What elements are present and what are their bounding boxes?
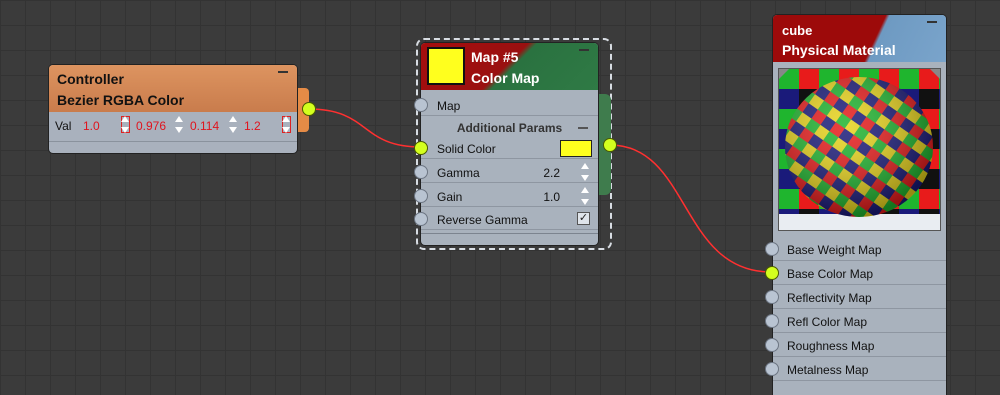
- roughness-map-socket[interactable]: [765, 338, 779, 352]
- color-map-thumbnail: [427, 47, 465, 85]
- material-preview: [778, 68, 941, 231]
- solid-color-swatch[interactable]: [560, 140, 592, 157]
- collapse-icon[interactable]: [578, 127, 588, 129]
- gamma-label: Gamma: [437, 166, 480, 180]
- controller-header[interactable]: Controller Bezier RGBA Color: [49, 65, 297, 112]
- refl-color-map-socket[interactable]: [765, 314, 779, 328]
- value-alpha-field[interactable]: 1.2: [244, 119, 261, 133]
- minimize-icon[interactable]: [278, 71, 288, 73]
- reflectivity-map-socket[interactable]: [765, 290, 779, 304]
- map-label: Map: [437, 99, 461, 113]
- map-label: Base Weight Map: [787, 243, 882, 257]
- param-gain[interactable]: Gain 1.0: [421, 185, 598, 207]
- map-label: Base Color Map: [787, 267, 874, 281]
- colormap-resize-grip[interactable]: [421, 233, 598, 242]
- wire-colormap-to-base-color: [609, 144, 772, 273]
- material-title: cube: [782, 23, 813, 38]
- material-map-row[interactable]: Refl Color Map: [773, 309, 946, 333]
- value-blue-field[interactable]: 0.114: [190, 119, 219, 133]
- map-label: Reflectivity Map: [787, 291, 872, 305]
- material-preview-image: [779, 69, 940, 230]
- material-map-row[interactable]: Roughness Map: [773, 333, 946, 357]
- param-gamma[interactable]: Gamma 2.2: [421, 161, 598, 183]
- gain-spinner-icon[interactable]: [581, 187, 590, 205]
- solid-color-input-socket[interactable]: [414, 141, 428, 155]
- colormap-title: Map #5: [471, 49, 519, 65]
- colormap-output-socket[interactable]: [603, 138, 617, 152]
- additional-params-group[interactable]: Additional Params: [421, 121, 598, 137]
- physical-material-node[interactable]: cube Physical Material Base Weight Map B…: [773, 15, 946, 395]
- solid-color-label: Solid Color: [437, 142, 496, 156]
- spinner-alpha-icon[interactable]: [282, 116, 291, 133]
- gamma-value[interactable]: 2.2: [543, 166, 560, 180]
- material-map-row[interactable]: Base Color Map: [773, 261, 946, 285]
- spinner-blue-icon[interactable]: [229, 116, 238, 133]
- minimize-icon[interactable]: [927, 21, 937, 23]
- metalness-map-socket[interactable]: [765, 362, 779, 376]
- color-map-node[interactable]: Map #5 Color Map Map Additional Params S…: [421, 43, 598, 245]
- minimize-icon[interactable]: [579, 49, 589, 51]
- group-label: Additional Params: [456, 121, 563, 135]
- val-label: Val: [55, 119, 72, 133]
- gamma-spinner-icon[interactable]: [581, 163, 590, 181]
- controller-title: Controller: [57, 71, 124, 87]
- spinner-red-icon[interactable]: [121, 116, 130, 133]
- reverse-gamma-input-socket[interactable]: [414, 212, 428, 226]
- reverse-gamma-checkbox[interactable]: ✓: [577, 212, 590, 225]
- material-map-row[interactable]: Metalness Map: [773, 357, 946, 381]
- material-map-row[interactable]: Base Weight Map: [773, 237, 946, 261]
- map-label: Refl Color Map: [787, 315, 868, 329]
- param-map[interactable]: Map: [421, 94, 598, 116]
- gamma-input-socket[interactable]: [414, 165, 428, 179]
- value-green-field[interactable]: 0.976: [136, 119, 166, 133]
- map-input-socket[interactable]: [414, 98, 428, 112]
- material-header[interactable]: cube Physical Material: [773, 15, 946, 62]
- colormap-subtitle: Color Map: [471, 70, 540, 86]
- map-label: Metalness Map: [787, 363, 869, 377]
- spinner-green-icon[interactable]: [175, 116, 184, 133]
- controller-resize-grip[interactable]: [49, 141, 297, 152]
- gain-value[interactable]: 1.0: [543, 190, 560, 204]
- value-red-field[interactable]: 1.0: [83, 119, 100, 133]
- map-label: Roughness Map: [787, 339, 875, 353]
- wire-controller-to-solid-color: [308, 108, 422, 148]
- param-reverse-gamma[interactable]: Reverse Gamma ✓: [421, 208, 598, 230]
- colormap-header[interactable]: Map #5 Color Map: [421, 43, 598, 90]
- controller-value-row: Val 1.0 0.976 0.114 1.2: [49, 113, 297, 137]
- material-subtitle: Physical Material: [782, 42, 896, 58]
- controller-output-socket[interactable]: [302, 102, 316, 116]
- gain-input-socket[interactable]: [414, 189, 428, 203]
- param-solid-color[interactable]: Solid Color: [421, 137, 598, 159]
- base-color-map-socket[interactable]: [765, 266, 779, 280]
- gain-label: Gain: [437, 190, 463, 204]
- controller-node[interactable]: Controller Bezier RGBA Color Val 1.0 0.9…: [49, 65, 297, 153]
- controller-subtitle: Bezier RGBA Color: [57, 92, 185, 108]
- material-map-row[interactable]: Reflectivity Map: [773, 285, 946, 309]
- base-weight-map-socket[interactable]: [765, 242, 779, 256]
- reverse-gamma-label: Reverse Gamma: [437, 213, 528, 227]
